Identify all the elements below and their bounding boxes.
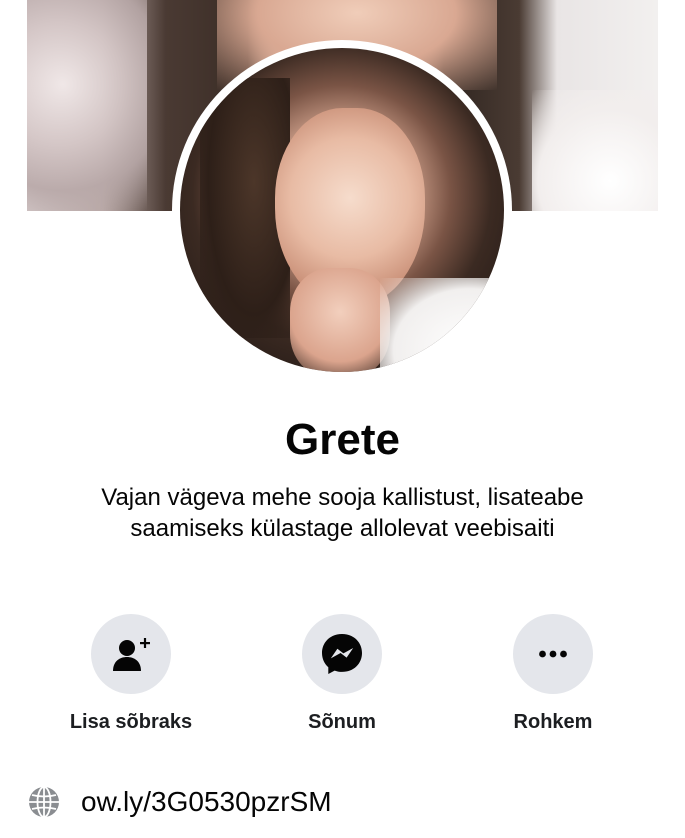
profile-picture-shirt: [380, 278, 504, 372]
globe-icon: [29, 786, 59, 818]
website-link[interactable]: ow.ly/3G0530pzrSM: [81, 783, 332, 821]
more-dots-icon: [539, 650, 567, 658]
add-friend-button[interactable]: Lisa sõbraks: [36, 614, 226, 734]
cover-photo-background: [27, 0, 147, 211]
more-icon-circle[interactable]: [513, 614, 593, 694]
more-label: Rohkem: [513, 711, 593, 733]
profile-bio-line-2: saamiseks külastage allolevat veebisaiti: [130, 515, 555, 542]
add-friend-icon-circle[interactable]: [91, 614, 171, 694]
add-friend-icon: [113, 638, 150, 671]
message-icon-circle[interactable]: [302, 614, 382, 694]
profile-bio-line-1: Vajan vägeva mehe sooja kallistust, lisa…: [101, 484, 584, 511]
profile-picture[interactable]: [180, 48, 504, 372]
more-button[interactable]: Rohkem: [458, 614, 648, 734]
website-row[interactable]: ow.ly/3G0530pzrSM: [27, 783, 332, 821]
message-button[interactable]: Sõnum: [247, 614, 437, 734]
message-label: Sõnum: [308, 711, 376, 733]
add-friend-label: Lisa sõbraks: [69, 711, 193, 733]
profile-name: Grete: [285, 415, 400, 464]
messenger-icon: [322, 634, 362, 674]
profile-picture-hand: [290, 268, 390, 372]
cover-photo-shirt-area: [532, 90, 658, 211]
profile-bio: Vajan vägeva mehe sooja kallistust, lisa…: [40, 482, 645, 544]
